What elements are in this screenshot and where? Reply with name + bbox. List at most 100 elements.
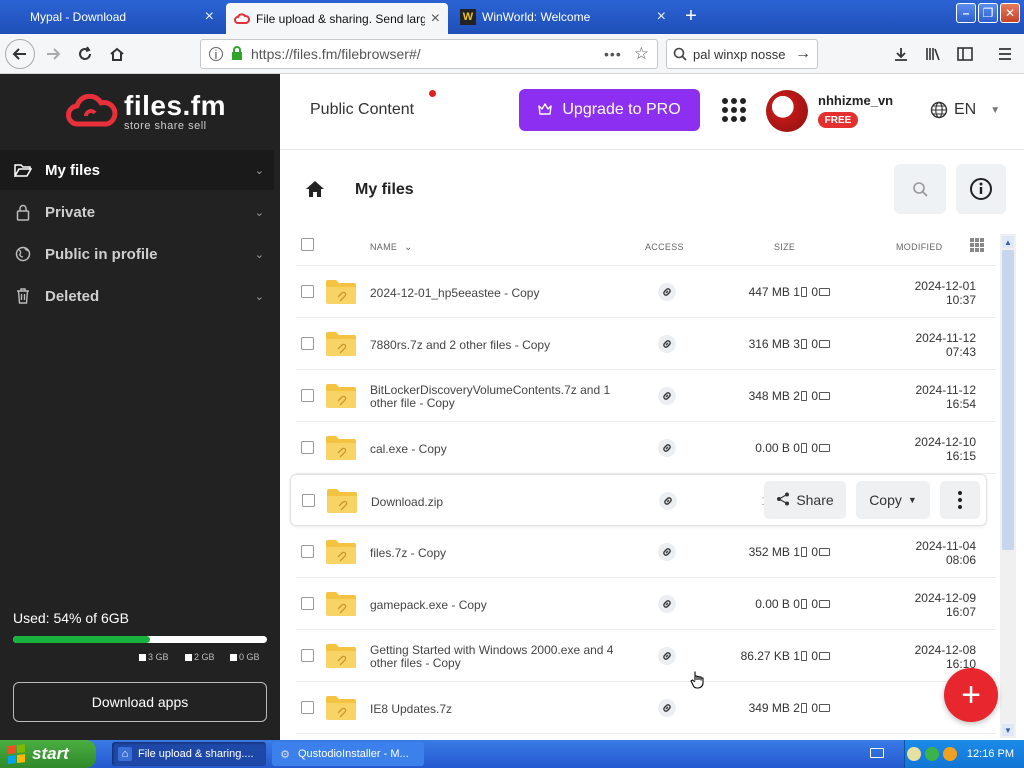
reload-button[interactable]	[70, 39, 100, 69]
url-bar[interactable]: i https://files.fm/filebrowser#/ ••• ☆	[200, 39, 658, 69]
search-bar[interactable]: pal winxp nosse →	[666, 39, 818, 69]
info-button[interactable]	[956, 164, 1006, 214]
chevron-down-icon[interactable]: ⌄	[255, 164, 264, 177]
menu-button[interactable]	[990, 39, 1020, 69]
table-row[interactable]: files.7z - Copy 352 MB 1 0 2024-11-04 08:06	[296, 526, 996, 578]
table-row[interactable]: Getting Started with Windows 2000.exe an…	[296, 630, 996, 682]
column-header-name[interactable]: NAME ⌄	[370, 242, 413, 253]
home-button[interactable]	[102, 39, 132, 69]
page-actions-icon[interactable]: •••	[604, 46, 622, 62]
sidebar-item-deleted[interactable]: Deleted ⌄	[0, 276, 274, 316]
file-name[interactable]: Download.zip	[371, 488, 641, 516]
apps-grid-icon[interactable]	[722, 98, 746, 122]
username[interactable]: nhhizme_vn	[818, 93, 893, 108]
tray-search-icon[interactable]	[942, 747, 957, 761]
upgrade-to-pro-button[interactable]: Upgrade to PRO	[519, 89, 700, 131]
url-text[interactable]: https://files.fm/filebrowser#/	[251, 46, 604, 62]
sidebar-toggle-button[interactable]	[950, 39, 980, 69]
downloads-button[interactable]	[886, 39, 916, 69]
row-checkbox[interactable]	[301, 597, 314, 610]
files-fm-logo[interactable]: files.fm store share sell	[66, 92, 226, 132]
back-button[interactable]	[5, 39, 35, 69]
file-name[interactable]: 7880rs.7z and 2 other files - Copy	[370, 331, 640, 359]
file-name[interactable]: 2024-12-01_hp5eeastee - Copy	[370, 279, 640, 307]
tray-shield-icon[interactable]	[924, 747, 939, 761]
search-input[interactable]: pal winxp nosse	[693, 47, 795, 62]
info-icon[interactable]: i	[209, 47, 223, 62]
new-tab-button[interactable]: +	[680, 4, 702, 28]
tab-files-fm[interactable]: File upload & sharing. Send large f ×	[226, 3, 448, 34]
table-row[interactable]: IE8 Updates.7z349 MB 2 0202406	[296, 682, 996, 734]
column-header-modified[interactable]: MODIFIED	[896, 242, 942, 252]
select-all-checkbox[interactable]	[301, 238, 314, 251]
table-row[interactable]: 2024-12-01_hp5eeastee - Copy 447 MB 1 0 20…	[296, 266, 996, 318]
row-checkbox[interactable]	[301, 649, 314, 662]
close-icon[interactable]: ×	[205, 8, 214, 26]
close-icon[interactable]: ×	[431, 10, 440, 28]
download-apps-button[interactable]: Download apps	[13, 682, 267, 722]
table-row[interactable]: BitLockerDiscoveryVolumeContents.7z and …	[296, 370, 996, 422]
library-button[interactable]	[918, 39, 948, 69]
row-checkbox[interactable]	[302, 494, 315, 507]
search-button[interactable]	[894, 164, 946, 214]
tab-mypal-download[interactable]: Mypal - Download ×	[0, 4, 222, 30]
taskbar-item-installer[interactable]: ⚙ QustodioInstaller - M...	[272, 742, 424, 766]
file-name[interactable]: gamepack.exe - Copy	[370, 591, 640, 619]
link-icon[interactable]	[658, 387, 676, 405]
close-icon[interactable]: ×	[657, 8, 666, 26]
row-checkbox[interactable]	[301, 389, 314, 402]
table-row[interactable]: 7880rs.7z and 2 other files - Copy 316 MB…	[296, 318, 996, 370]
keyboard-icon[interactable]	[870, 748, 884, 758]
link-icon[interactable]	[658, 283, 676, 301]
file-name[interactable]: Getting Started with Windows 2000.exe an…	[370, 643, 640, 671]
chevron-down-icon[interactable]: ⌄	[255, 206, 264, 219]
close-window-icon[interactable]: ✕	[1000, 3, 1020, 23]
row-checkbox[interactable]	[301, 441, 314, 454]
link-icon[interactable]	[658, 647, 676, 665]
link-icon[interactable]	[658, 543, 676, 561]
avatar[interactable]	[766, 90, 808, 132]
file-name[interactable]: files.7z - Copy	[370, 539, 640, 567]
more-options-icon[interactable]	[940, 481, 980, 519]
column-header-access[interactable]: ACCESS	[645, 242, 684, 252]
link-icon[interactable]	[659, 492, 677, 510]
forward-button[interactable]	[38, 39, 68, 69]
scroll-up-icon[interactable]: ▲	[1002, 236, 1014, 248]
bookmark-star-icon[interactable]: ☆	[634, 44, 649, 64]
tray-q-icon[interactable]	[906, 747, 921, 761]
sidebar-item-private[interactable]: Private ⌄	[0, 192, 274, 232]
row-checkbox[interactable]	[301, 337, 314, 350]
file-name[interactable]: IE8 Updates.7z	[370, 695, 640, 723]
grid-view-icon[interactable]	[970, 238, 984, 252]
public-content-link[interactable]: Public Content	[310, 101, 414, 119]
link-icon[interactable]	[658, 699, 676, 717]
table-row[interactable]: Download.zip1ShareCopy▼	[290, 474, 987, 526]
copy-button[interactable]: Copy ▼	[856, 481, 930, 519]
home-icon[interactable]	[304, 178, 326, 200]
scroll-thumb[interactable]	[1002, 250, 1014, 550]
search-go-icon[interactable]: →	[795, 45, 811, 63]
chevron-down-icon[interactable]: ⌄	[255, 290, 264, 303]
link-icon[interactable]	[658, 335, 676, 353]
sidebar-item-public-in-profile[interactable]: Public in profile ⌄	[0, 234, 274, 274]
file-name[interactable]: BitLockerDiscoveryVolumeContents.7z and …	[370, 383, 640, 411]
link-icon[interactable]	[658, 439, 676, 457]
table-row[interactable]: gamepack.exe - Copy 0.00 B 0 0 2024-12-09 1…	[296, 578, 996, 630]
taskbar-item-browser[interactable]: ⌂ File upload & sharing....	[112, 742, 266, 766]
tab-winworld[interactable]: W WinWorld: Welcome ×	[452, 4, 674, 30]
sidebar-item-my-files[interactable]: My files ⌄	[0, 150, 274, 190]
language-selector[interactable]: EN ▼	[930, 101, 1000, 119]
scrollbar[interactable]: ▲ ▼	[1000, 234, 1016, 738]
row-checkbox[interactable]	[301, 285, 314, 298]
add-button[interactable]: +	[944, 668, 998, 722]
scroll-down-icon[interactable]: ▼	[1002, 724, 1014, 736]
row-checkbox[interactable]	[301, 545, 314, 558]
minimize-icon[interactable]: –	[956, 3, 976, 23]
start-button[interactable]: start	[0, 740, 96, 768]
share-button[interactable]: Share	[764, 481, 846, 519]
table-row[interactable]: cal.exe - Copy 0.00 B 0 0 2024-12-10 16:15	[296, 422, 996, 474]
file-name[interactable]: cal.exe - Copy	[370, 435, 640, 463]
row-checkbox[interactable]	[301, 701, 314, 714]
column-header-size[interactable]: SIZE	[774, 242, 795, 252]
chevron-down-icon[interactable]: ⌄	[255, 248, 264, 261]
